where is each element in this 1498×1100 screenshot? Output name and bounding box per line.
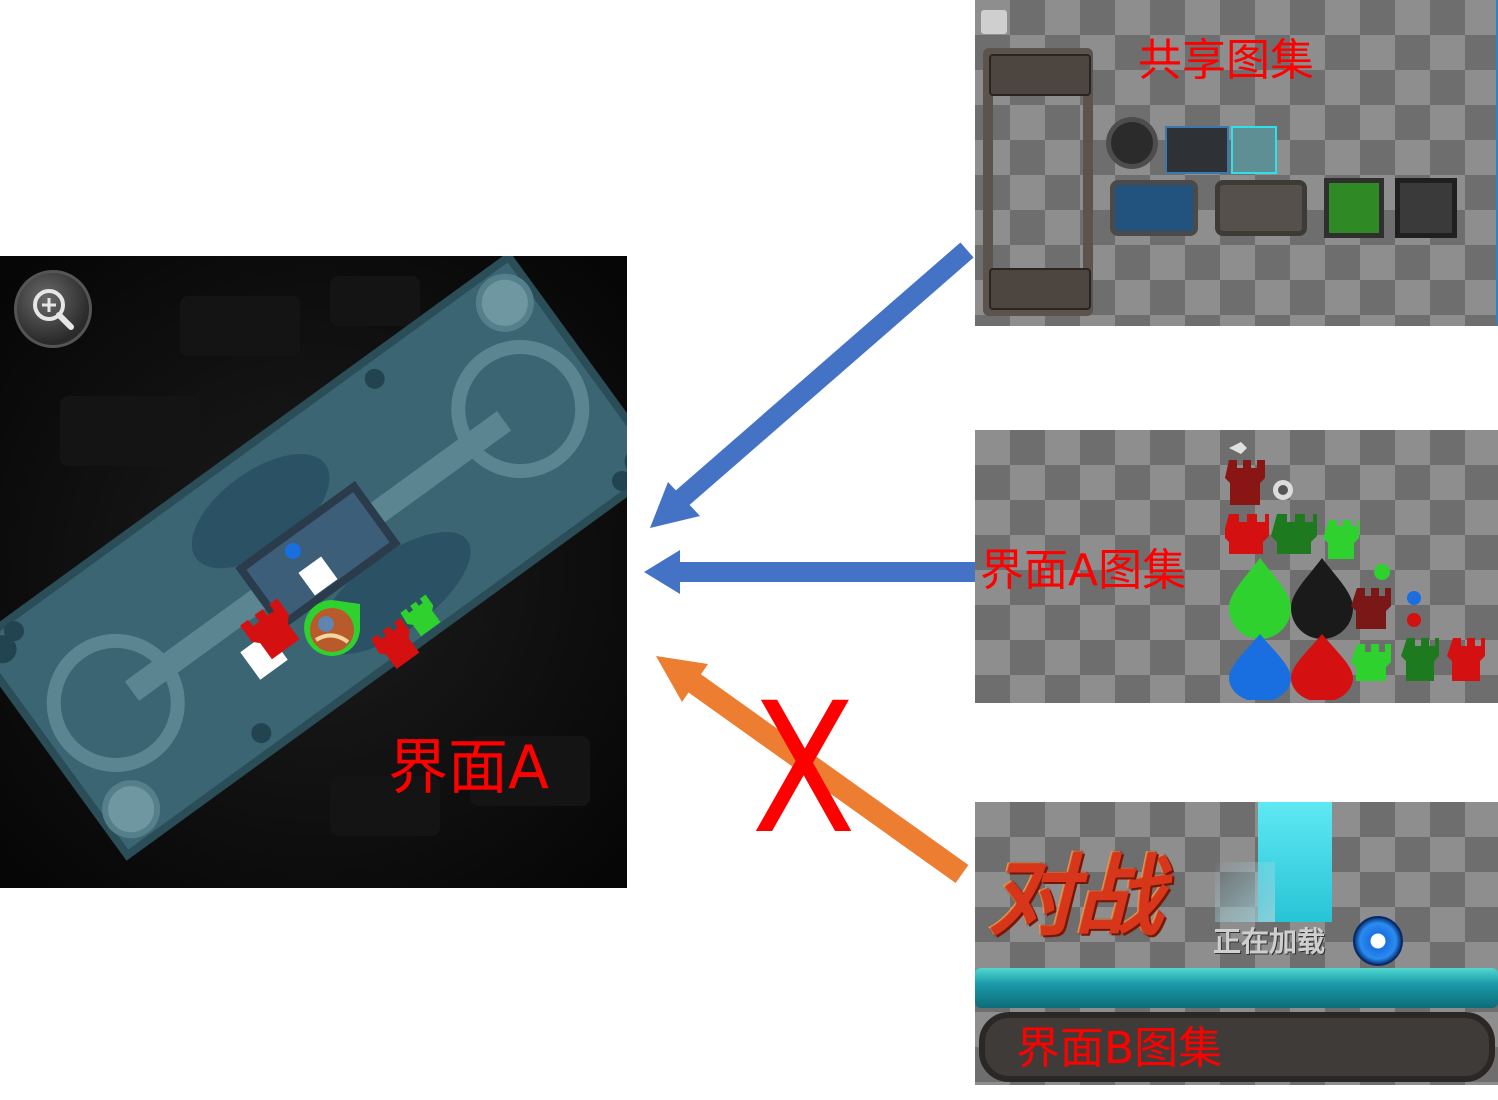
arrows-layer <box>644 242 975 883</box>
arrow-shared-to-a <box>650 242 974 528</box>
arrow-atlas-a-to-a <box>644 550 975 594</box>
cross-mark: X <box>751 665 857 874</box>
